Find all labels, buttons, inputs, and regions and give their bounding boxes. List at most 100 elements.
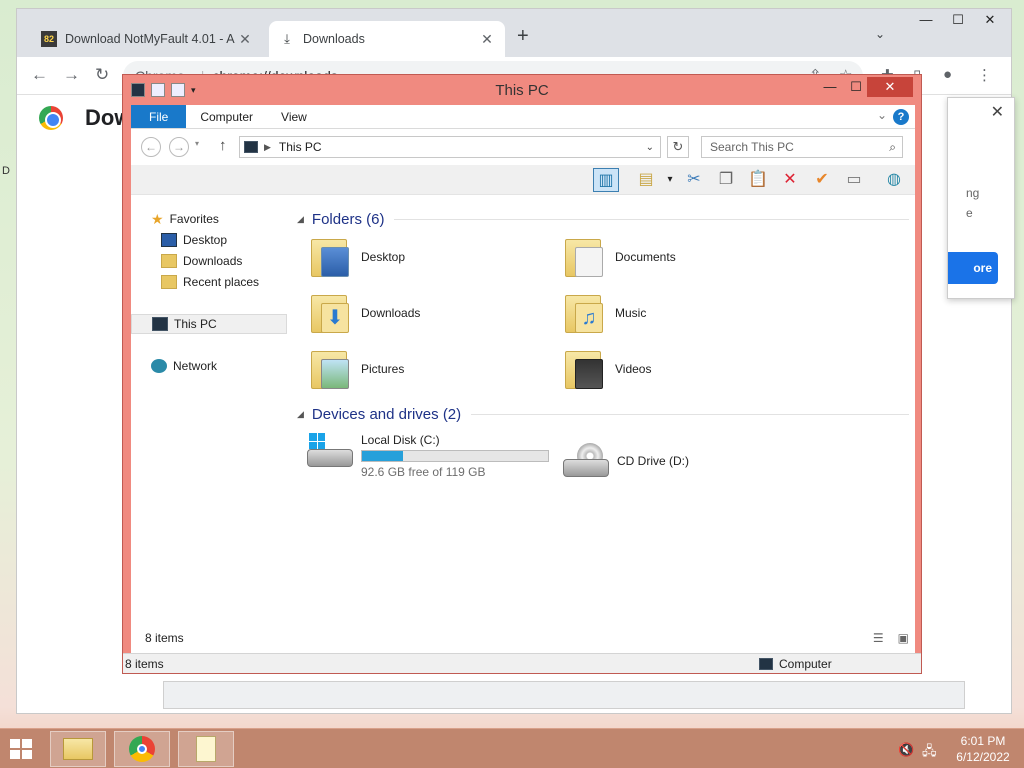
back-icon[interactable]: ← bbox=[31, 65, 48, 85]
download-icon: ⤓ bbox=[284, 31, 290, 46]
nav-favorites[interactable]: ★ Favorites bbox=[131, 209, 287, 229]
tab-view[interactable]: View bbox=[267, 105, 321, 128]
navigation-pane: ★ Favorites Desktop Downloads Recent pla… bbox=[131, 195, 291, 621]
tab-notmyfault[interactable]: 82 Download NotMyFault 4.01 - A p ✕ bbox=[31, 21, 263, 57]
cut-icon[interactable]: ✂ bbox=[681, 168, 707, 192]
network-status-icon[interactable]: 🖧 bbox=[922, 742, 937, 764]
window-title: This PC bbox=[495, 82, 549, 99]
group-title: Folders (6) bbox=[311, 211, 385, 228]
expand-ribbon-icon[interactable]: ⌄ bbox=[877, 108, 887, 122]
nav-this-pc[interactable]: This PC bbox=[131, 314, 287, 334]
minimize-icon[interactable]: — bbox=[819, 77, 841, 97]
title-bar[interactable]: ▾ This PC — ☐ ✕ bbox=[123, 75, 921, 105]
close-icon[interactable]: ✕ bbox=[991, 102, 1004, 122]
profile-icon[interactable]: ● bbox=[943, 66, 952, 83]
breadcrumb-chevron-icon[interactable]: ▶ bbox=[264, 142, 271, 153]
folder-desktop[interactable]: Desktop bbox=[309, 235, 405, 279]
menu-icon[interactable]: ⋮ bbox=[977, 66, 992, 84]
item-count: 8 items bbox=[145, 631, 184, 645]
forward-icon[interactable]: → bbox=[169, 137, 189, 157]
folder-downloads[interactable]: ⬇ Downloads bbox=[309, 291, 420, 335]
computer-icon bbox=[759, 658, 773, 670]
computer-icon bbox=[244, 141, 258, 153]
folder-documents[interactable]: Documents bbox=[563, 235, 676, 279]
tab-search-icon[interactable]: ⌄ bbox=[875, 27, 885, 41]
desktop-folder-icon bbox=[309, 235, 351, 279]
details-view-icon[interactable]: ☰ bbox=[873, 631, 884, 645]
search-icon: ⌕ bbox=[889, 140, 896, 154]
help-icon[interactable]: ? bbox=[893, 109, 909, 125]
nav-desktop[interactable]: Desktop bbox=[131, 230, 287, 250]
nav-label: Network bbox=[173, 359, 218, 373]
tab-computer[interactable]: Computer bbox=[186, 105, 267, 128]
new-tab-button[interactable]: + bbox=[517, 25, 529, 48]
file-explorer-window: ▾ This PC — ☐ ✕ File Computer View ⌄ ? ←… bbox=[122, 74, 922, 674]
refresh-button[interactable]: ↻ bbox=[667, 136, 689, 158]
forward-icon[interactable]: → bbox=[63, 65, 80, 85]
maximize-icon[interactable]: ☐ bbox=[845, 77, 867, 97]
drive-local-disk-c[interactable]: Local Disk (C:) 92.6 GB free of 119 GB bbox=[307, 433, 549, 479]
tab-downloads[interactable]: ⤓ Downloads ✕ bbox=[269, 21, 505, 57]
drive-cd-d[interactable]: CD Drive (D:) bbox=[563, 443, 689, 479]
drive-details: Local Disk (C:) 92.6 GB free of 119 GB bbox=[361, 433, 549, 479]
large-icons-view-icon[interactable]: ▣ bbox=[898, 631, 909, 645]
nav-recent-places[interactable]: Recent places bbox=[131, 272, 287, 292]
breadcrumb[interactable]: This PC bbox=[279, 140, 322, 154]
ribbon-tabs: File Computer View ⌄ ? bbox=[131, 105, 915, 129]
address-bar[interactable]: ▶ This PC ⌄ bbox=[239, 136, 661, 158]
status-item-count: 8 items bbox=[125, 657, 164, 671]
explorer-body: File Computer View ⌄ ? ← → ▾ ↑ ▶ This PC… bbox=[131, 105, 915, 667]
clock-date: 6/12/2022 bbox=[956, 750, 1010, 764]
address-row: ← → ▾ ↑ ▶ This PC ⌄ ↻ Search This PC ⌕ bbox=[131, 129, 915, 165]
volume-muted-icon[interactable]: 🔇 bbox=[898, 742, 914, 758]
folder-music[interactable]: ♫ Music bbox=[563, 291, 646, 335]
popup-action-button[interactable]: ore bbox=[948, 252, 998, 284]
collapse-icon[interactable]: ◢ bbox=[297, 214, 304, 225]
folder-videos[interactable]: Videos bbox=[563, 347, 651, 391]
reload-icon[interactable]: ↻ bbox=[95, 65, 109, 85]
folders-group-header[interactable]: ◢ Folders (6) bbox=[297, 211, 909, 228]
drive-free-space: 92.6 GB free of 119 GB bbox=[361, 465, 486, 479]
chevron-down-icon[interactable]: ⌄ bbox=[646, 142, 654, 153]
maximize-icon[interactable]: ☐ bbox=[943, 12, 973, 34]
recent-locations-icon[interactable]: ▾ bbox=[195, 139, 199, 148]
folder-label: Music bbox=[615, 306, 647, 320]
minimize-icon[interactable]: — bbox=[911, 12, 941, 34]
checkmark-icon[interactable]: ✔ bbox=[809, 168, 835, 192]
drives-group-header[interactable]: ◢ Devices and drives (2) bbox=[297, 406, 909, 423]
rename-icon[interactable]: ▭ bbox=[841, 168, 867, 192]
nav-network[interactable]: Network bbox=[131, 356, 287, 376]
star-icon: ★ bbox=[151, 210, 164, 227]
close-tab-icon[interactable]: ✕ bbox=[479, 31, 495, 48]
desktop-icon bbox=[161, 233, 177, 247]
nav-downloads[interactable]: Downloads bbox=[131, 251, 287, 271]
tab-file[interactable]: File bbox=[131, 105, 187, 128]
start-button[interactable] bbox=[10, 739, 32, 759]
taskbar-notepad[interactable] bbox=[178, 731, 234, 767]
downloads-folder-icon: ⬇ bbox=[309, 291, 351, 335]
collapse-icon[interactable]: ◢ bbox=[297, 409, 304, 420]
search-input[interactable]: Search This PC ⌕ bbox=[701, 136, 903, 158]
tab-title: Downloads bbox=[303, 32, 365, 46]
notepad-icon bbox=[196, 736, 216, 762]
copy-icon[interactable]: ❐ bbox=[713, 168, 739, 192]
status-location: Computer bbox=[759, 657, 832, 671]
up-arrow-icon[interactable]: ↑ bbox=[219, 137, 227, 154]
navigation-pane-icon[interactable]: ▥ bbox=[593, 168, 619, 192]
folder-pictures[interactable]: Pictures bbox=[309, 347, 404, 391]
chrome-icon bbox=[129, 736, 155, 762]
dropdown-icon[interactable]: ▾ bbox=[657, 168, 683, 192]
taskbar-chrome[interactable] bbox=[114, 731, 170, 767]
back-icon[interactable]: ← bbox=[141, 137, 161, 157]
paste-icon[interactable]: 📋 bbox=[745, 168, 771, 192]
clock[interactable]: 6:01 PM 6/12/2022 bbox=[948, 733, 1018, 765]
delete-icon[interactable]: ✕ bbox=[777, 168, 803, 192]
close-icon[interactable]: ✕ bbox=[867, 77, 913, 97]
taskbar-file-explorer[interactable] bbox=[50, 731, 106, 767]
globe-icon[interactable]: ◍ bbox=[881, 168, 907, 192]
recent-places-icon bbox=[161, 275, 177, 289]
chrome-tab-strip: 82 Download NotMyFault 4.01 - A p ✕ ⤓ Do… bbox=[17, 9, 1011, 57]
close-icon[interactable]: ✕ bbox=[975, 12, 1005, 34]
properties-icon[interactable]: ▤ bbox=[633, 168, 659, 192]
close-tab-icon[interactable]: ✕ bbox=[237, 31, 253, 48]
